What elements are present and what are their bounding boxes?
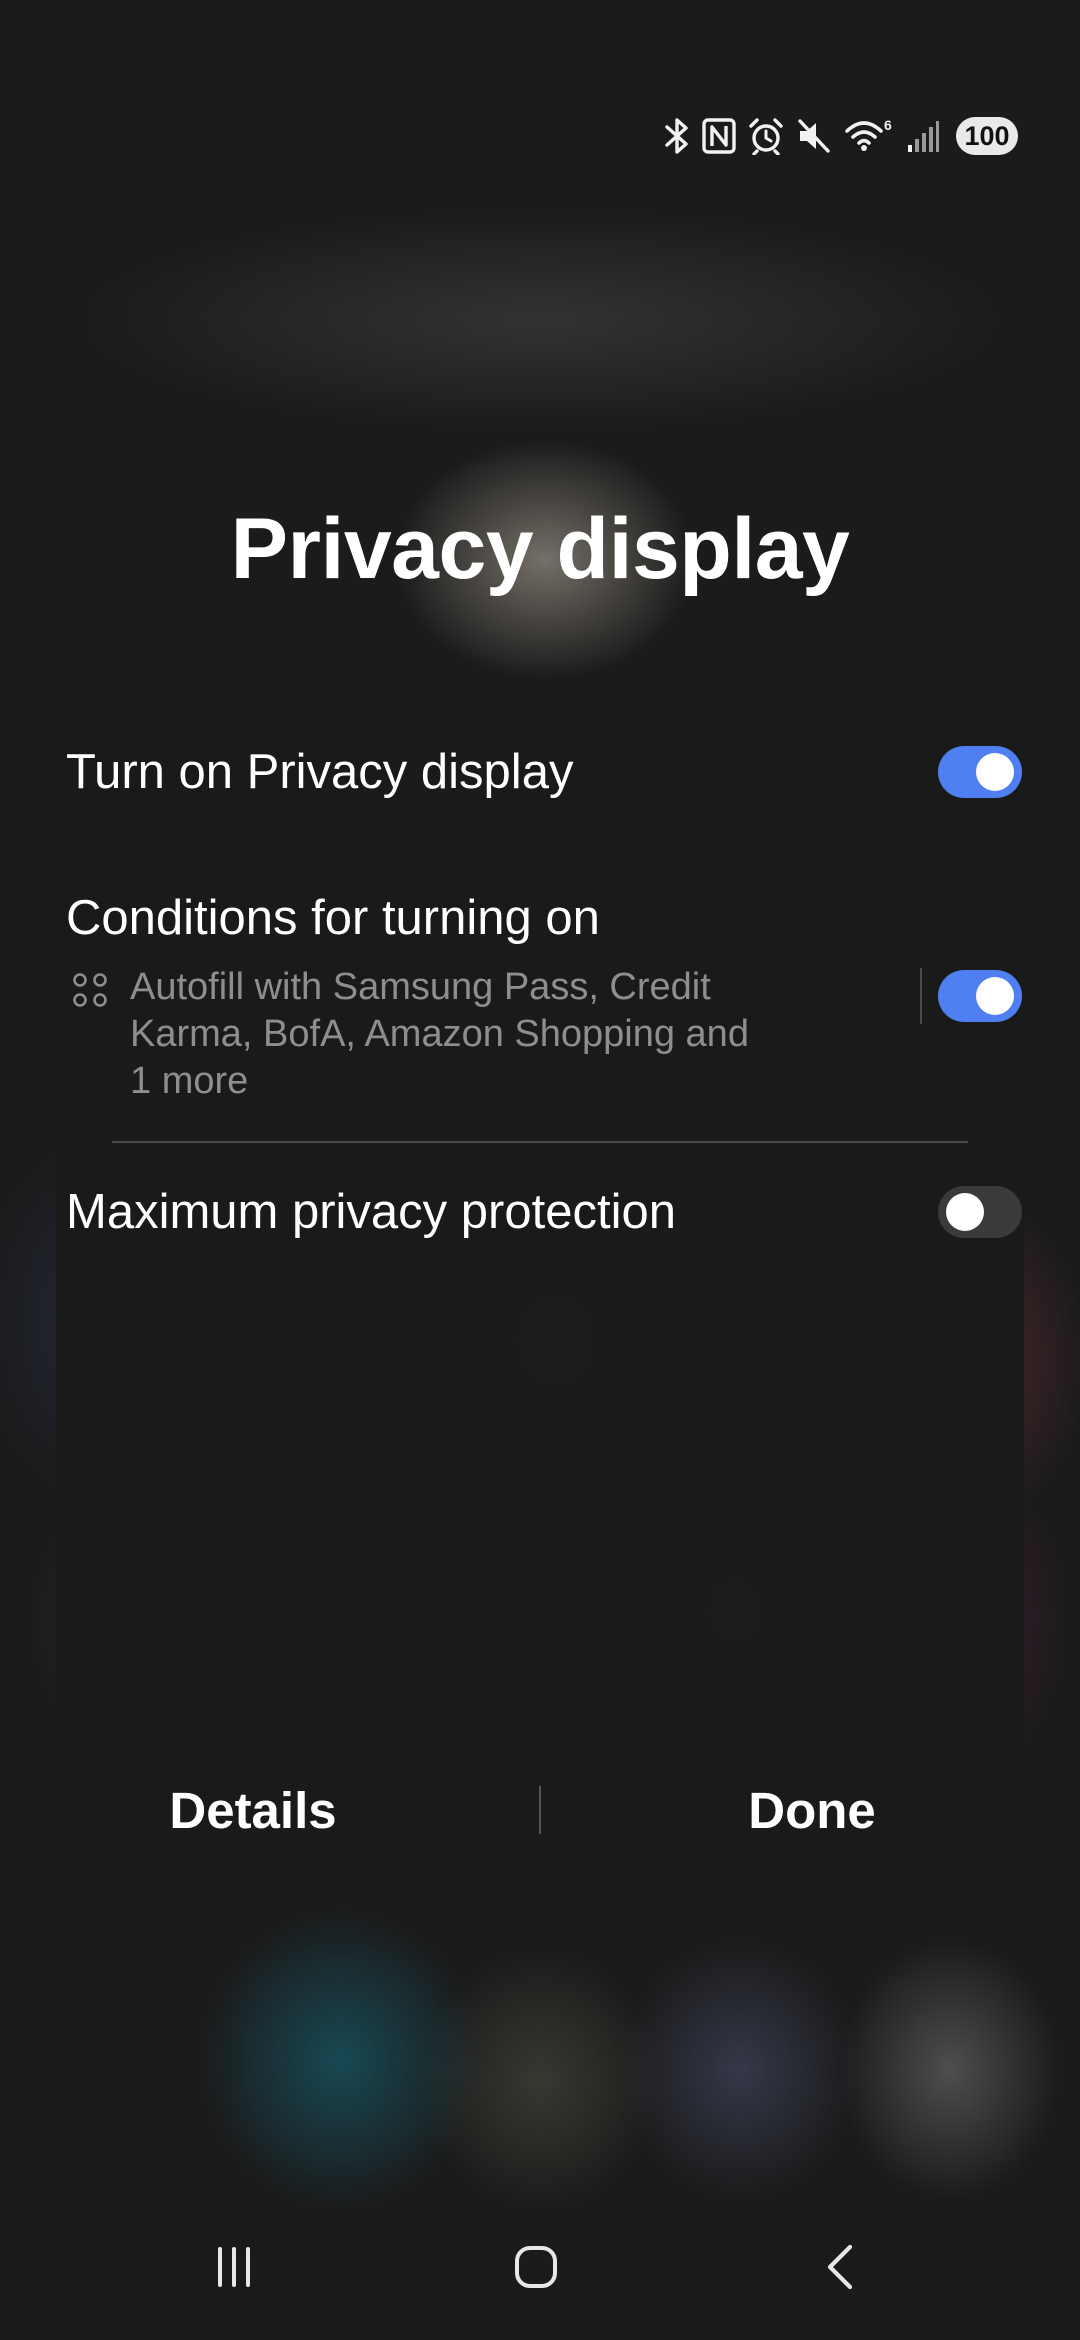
conditions-description: Autofill with Samsung Pass, Credit Karma… bbox=[130, 966, 749, 1102]
bluetooth-icon bbox=[665, 118, 688, 154]
toggle-knob bbox=[946, 1193, 984, 1231]
divider bbox=[112, 1141, 968, 1143]
battery-indicator: 100 bbox=[956, 117, 1018, 155]
wifi-6-icon: 6 bbox=[845, 117, 892, 151]
conditions-toggle[interactable] bbox=[938, 970, 1022, 1022]
conditions-summary: Autofill with Samsung Pass, Credit Karma… bbox=[66, 964, 780, 1105]
turn-on-privacy-row[interactable]: Turn on Privacy display bbox=[66, 744, 1022, 800]
toggle-knob bbox=[976, 977, 1014, 1015]
max-privacy-toggle[interactable] bbox=[938, 1186, 1022, 1238]
toggle-knob bbox=[976, 753, 1014, 791]
nfc-icon bbox=[702, 118, 736, 154]
conditions-title: Conditions for turning on bbox=[66, 891, 600, 945]
apps-icon bbox=[73, 973, 107, 1007]
vertical-divider bbox=[920, 968, 922, 1024]
wifi-badge: 6 bbox=[884, 117, 892, 133]
details-button[interactable]: Details bbox=[56, 1760, 540, 1860]
back-icon bbox=[827, 2244, 853, 2290]
home-icon bbox=[515, 2246, 557, 2288]
status-bar: 6 100 bbox=[664, 112, 1018, 160]
dialog-actions: Details Done bbox=[56, 1760, 1024, 1860]
recents-button[interactable] bbox=[174, 2232, 294, 2302]
turn-on-privacy-toggle[interactable] bbox=[938, 746, 1022, 798]
home-button[interactable] bbox=[476, 2232, 596, 2302]
max-privacy-row[interactable]: Maximum privacy protection bbox=[66, 1184, 1022, 1240]
back-button[interactable] bbox=[780, 2232, 900, 2302]
done-button[interactable]: Done bbox=[540, 1760, 1024, 1860]
mute-icon bbox=[798, 119, 830, 153]
turn-on-privacy-label: Turn on Privacy display bbox=[66, 745, 574, 799]
recents-icon bbox=[218, 2247, 250, 2287]
max-privacy-label: Maximum privacy protection bbox=[66, 1185, 676, 1239]
page-title: Privacy display bbox=[230, 501, 850, 597]
navigation-bar bbox=[0, 2210, 1080, 2340]
screen: 6 100 Privacy display Turn on Privacy di… bbox=[0, 0, 1080, 2340]
conditions-row[interactable]: Conditions for turning on Autofill with … bbox=[66, 890, 1022, 1110]
signal-icon bbox=[908, 121, 939, 152]
settings-card bbox=[56, 678, 1024, 1880]
alarm-icon bbox=[749, 118, 783, 155]
